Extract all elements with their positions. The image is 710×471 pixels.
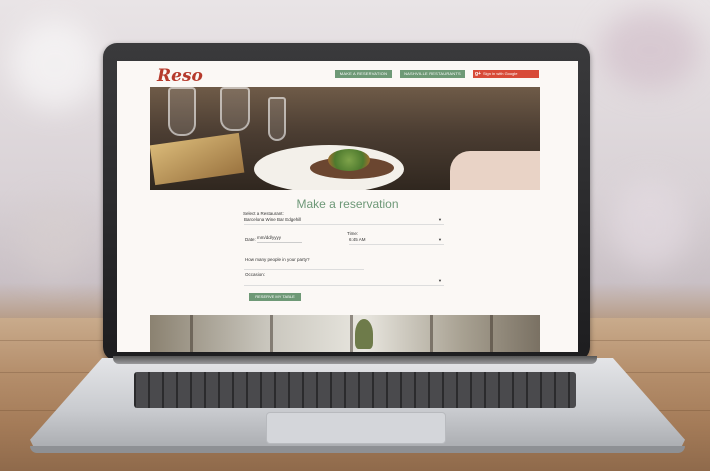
date-input-placeholder: mm/dd/yyyy <box>257 235 282 240</box>
page-title: Make a reservation <box>296 197 399 211</box>
water-glass <box>268 97 286 141</box>
salad <box>328 149 370 171</box>
time-select[interactable]: 6:45 AM ▼ <box>349 236 444 245</box>
window-frame <box>350 315 353 352</box>
hero-image <box>150 87 540 190</box>
make-reservation-button[interactable]: MAKE A RESERVATION <box>335 70 392 78</box>
window-frame <box>490 315 493 352</box>
wine-glass <box>168 87 196 136</box>
wine-glass <box>220 87 250 131</box>
party-size-input[interactable] <box>244 261 364 270</box>
chevron-down-icon: ▼ <box>438 217 442 222</box>
google-plus-icon: g+ <box>475 71 481 77</box>
google-signin-button[interactable]: g+ Sign in with Google <box>473 70 539 78</box>
chevron-down-icon: ▼ <box>438 237 442 242</box>
restaurant-select-value: Barcelona Wine Bar Edgehill <box>244 217 302 222</box>
laptop-hinge <box>113 356 597 364</box>
background-bokeh <box>20 200 90 280</box>
window-frame <box>190 315 193 352</box>
time-select-value: 6:45 AM <box>349 237 366 242</box>
background-bokeh <box>600 10 700 90</box>
window-frame <box>270 315 273 352</box>
occasion-select[interactable]: ▼ <box>244 277 444 286</box>
diner-hand <box>450 151 540 190</box>
laptop-screen: Reso MAKE A RESERVATION NASHVILLE RESTAU… <box>117 61 578 352</box>
bread-basket <box>150 132 245 186</box>
laptop-trackpad <box>266 412 446 444</box>
nashville-restaurants-button[interactable]: NASHVILLE RESTAURANTS <box>400 70 465 78</box>
date-input[interactable]: mm/dd/yyyy <box>257 234 302 243</box>
date-label: Date: <box>245 237 256 242</box>
window-frame <box>430 315 433 352</box>
plant <box>355 319 373 349</box>
google-signin-label: Sign in with Google <box>483 71 518 76</box>
restaurant-interior-image <box>150 315 540 352</box>
site-logo[interactable]: Reso <box>157 66 203 86</box>
background-bokeh <box>10 20 100 110</box>
reserve-table-button[interactable]: RESERVE MY TABLE <box>249 293 301 301</box>
restaurant-select[interactable]: Barcelona Wine Bar Edgehill ▼ <box>244 216 444 225</box>
chevron-down-icon: ▼ <box>438 278 442 283</box>
background-bokeh <box>610 180 690 270</box>
laptop-keyboard <box>134 372 576 408</box>
laptop-front-edge <box>30 446 685 453</box>
